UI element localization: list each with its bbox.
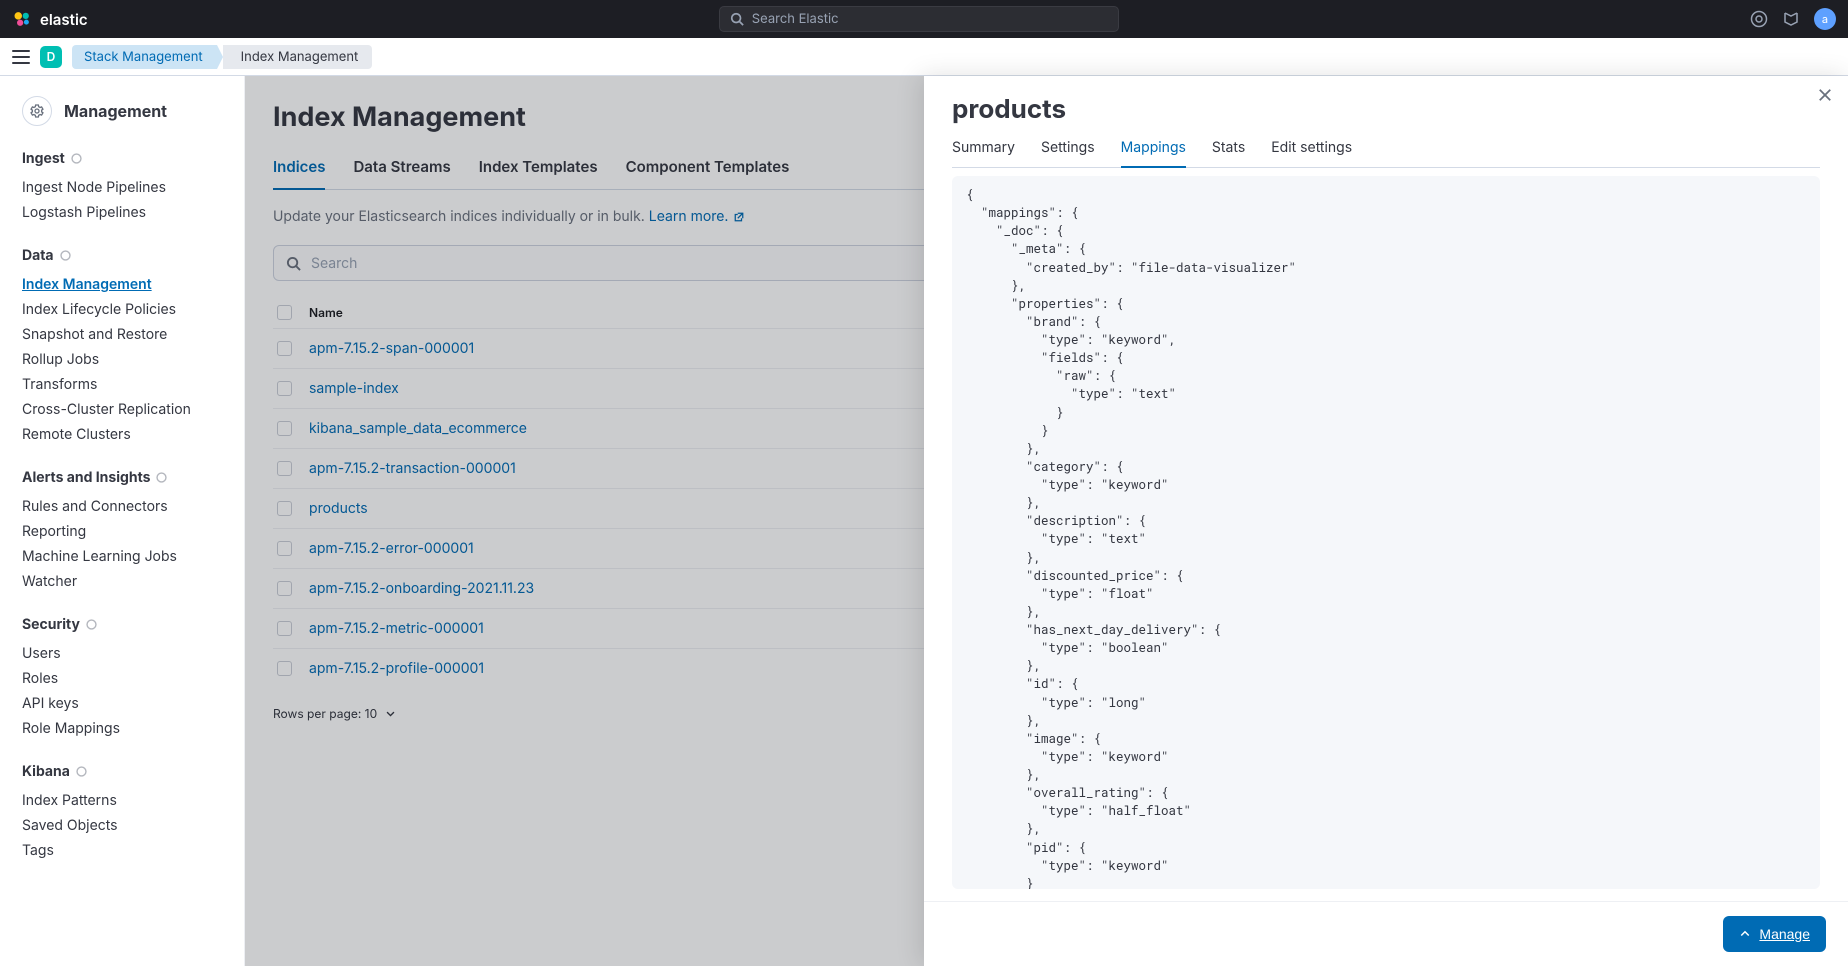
row-checkbox[interactable] (277, 661, 292, 676)
sidebar-item[interactable]: Index Management (22, 272, 244, 297)
global-search[interactable]: Search Elastic (719, 6, 1119, 32)
sidebar-item[interactable]: Watcher (22, 569, 244, 594)
info-icon (86, 619, 97, 630)
row-checkbox[interactable] (277, 581, 292, 596)
sidebar-section-title: Ingest (22, 150, 244, 167)
index-detail-flyout: products Summary Settings Mappings Stats Edi… (924, 76, 1848, 966)
search-placeholder: Search Elastic (752, 11, 839, 27)
sidebar-item[interactable]: Roles (22, 666, 244, 691)
sidebar-section-title: Kibana (22, 763, 244, 780)
flyout-tab[interactable]: Summary (952, 139, 1015, 167)
sidebar-item[interactable]: Rules and Connectors (22, 494, 244, 519)
mappings-code[interactable]: { "mappings": { "_doc": { "_meta": { "cr… (952, 176, 1820, 889)
main-tab[interactable]: Indices (273, 157, 325, 190)
sidebar-section-title: Security (22, 616, 244, 633)
sidebar-item[interactable]: Role Mappings (22, 716, 244, 741)
elastic-logo-icon (12, 9, 32, 29)
row-checkbox[interactable] (277, 501, 292, 516)
manage-button[interactable]: Manage (1723, 916, 1826, 952)
user-avatar[interactable]: a (1814, 8, 1836, 30)
row-checkbox[interactable] (277, 421, 292, 436)
sidebar-item[interactable]: Saved Objects (22, 813, 244, 838)
learn-more-link[interactable]: Learn more. (649, 208, 745, 225)
sidebar-item[interactable]: Remote Clusters (22, 422, 244, 447)
flyout-tab[interactable]: Mappings (1121, 139, 1186, 168)
row-checkbox[interactable] (277, 621, 292, 636)
sidebar-title: Management (64, 101, 167, 121)
sidebar-item[interactable]: Users (22, 641, 244, 666)
sidebar-section-title: Alerts and Insights (22, 469, 244, 486)
sidebar-item[interactable]: Ingest Node Pipelines (22, 175, 244, 200)
sidebar-item[interactable]: Machine Learning Jobs (22, 544, 244, 569)
space-selector[interactable]: D (40, 46, 62, 68)
flyout-tab[interactable]: Stats (1212, 139, 1245, 167)
chevron-down-icon (385, 708, 396, 719)
row-checkbox[interactable] (277, 541, 292, 556)
help-icon[interactable] (1750, 10, 1768, 28)
flyout-tabs: Summary Settings Mappings Stats Edit setting… (952, 139, 1820, 168)
row-checkbox[interactable] (277, 381, 292, 396)
sidebar-section-title: Data (22, 247, 244, 264)
sidebar-item[interactable]: Rollup Jobs (22, 347, 244, 372)
brand-text: elastic (40, 10, 88, 29)
flyout-tab[interactable]: Settings (1041, 139, 1095, 167)
sidebar-item[interactable]: API keys (22, 691, 244, 716)
info-icon (76, 766, 87, 777)
logo[interactable]: elastic (12, 9, 88, 29)
info-icon (156, 472, 167, 483)
sidebar-item[interactable]: Index Lifecycle Policies (22, 297, 244, 322)
sidebar-item[interactable]: Index Patterns (22, 788, 244, 813)
breadcrumb-bar: D Stack Management Index Management (0, 38, 1848, 76)
breadcrumb-stack-management[interactable]: Stack Management (72, 45, 217, 69)
info-icon (71, 153, 82, 164)
breadcrumbs: Stack Management Index Management (72, 45, 372, 69)
main-tab[interactable]: Index Templates (479, 157, 598, 189)
sidebar-item[interactable]: Cross-Cluster Replication (22, 397, 244, 422)
search-icon (286, 256, 301, 271)
breadcrumb-index-management: Index Management (223, 45, 373, 69)
search-icon (730, 12, 744, 26)
top-header: elastic Search Elastic a (0, 0, 1848, 38)
chevron-up-icon (1739, 928, 1751, 940)
flyout-tab[interactable]: Edit settings (1271, 139, 1352, 167)
management-icon (22, 96, 52, 126)
select-all-checkbox[interactable] (277, 305, 292, 320)
sidebar-item[interactable]: Tags (22, 838, 244, 863)
sidebar-item[interactable]: Logstash Pipelines (22, 200, 244, 225)
sidebar-item[interactable]: Snapshot and Restore (22, 322, 244, 347)
sidebar-item[interactable]: Reporting (22, 519, 244, 544)
collapse-nav-icon[interactable] (12, 50, 30, 64)
main-tab[interactable]: Data Streams (353, 157, 450, 189)
info-icon (60, 250, 71, 261)
main-tab[interactable]: Component Templates (626, 157, 790, 189)
close-flyout-button[interactable] (1818, 88, 1832, 106)
flyout-title: products (952, 94, 1820, 125)
row-checkbox[interactable] (277, 341, 292, 356)
close-icon (1818, 88, 1832, 102)
newsfeed-icon[interactable] (1782, 10, 1800, 28)
row-checkbox[interactable] (277, 461, 292, 476)
sidebar-item[interactable]: Transforms (22, 372, 244, 397)
sidebar: Management Ingest Ingest Node PipelinesLo… (0, 76, 245, 966)
